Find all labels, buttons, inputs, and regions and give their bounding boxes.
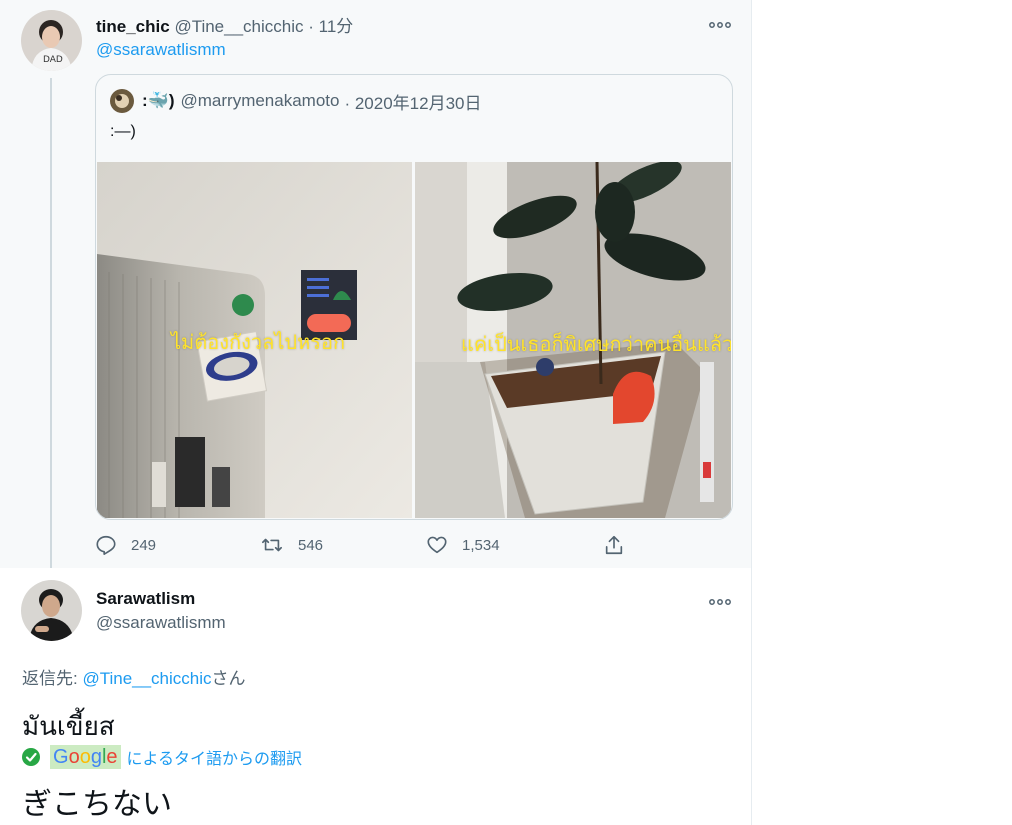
quote-header: :🐳) @marrymenakamoto · 2020年12月30日 <box>110 89 482 113</box>
share-button[interactable] <box>603 532 639 558</box>
user-handle[interactable]: @ssarawatlismm <box>96 613 226 632</box>
thread-connector <box>50 78 52 574</box>
tweet-header: Sarawatlism <box>96 589 195 609</box>
reply-button[interactable]: 249 <box>95 532 156 558</box>
reply-count: 249 <box>131 536 157 554</box>
timestamp[interactable]: · 11分 <box>308 17 353 36</box>
user-handle-line: @ssarawatlismm <box>96 613 226 633</box>
translated-text: ぎこちない <box>22 788 172 821</box>
action-bar: 249 546 1,534 <box>95 532 655 558</box>
reply-context: 返信先: @Tine__chicchicさん <box>22 664 246 689</box>
retweet-count: 546 <box>298 536 324 554</box>
check-icon <box>22 748 40 766</box>
like-count: 1,534 <box>462 536 500 554</box>
google-logo: Google <box>50 745 121 769</box>
tweet-image-left[interactable]: ไม่ต้องกังวลไปหรอก <box>97 162 412 518</box>
reply-prefix: 返信先: <box>22 669 83 688</box>
image-caption: แค่เป็นเธอก็พิเศษกว่าคนอื่นแล้ว <box>461 334 731 356</box>
reply-handle-link[interactable]: @Tine__chicchic <box>82 669 211 688</box>
image-caption: ไม่ต้องกังวลไปหรอก <box>171 332 346 354</box>
display-name[interactable]: tine_chic <box>96 17 170 36</box>
quote-display-name: :🐳) <box>142 91 175 110</box>
retweet-button[interactable]: 546 <box>260 532 323 558</box>
tweet-text: มันเขี้ยส <box>22 711 115 741</box>
quote-handle: @marrymenakamoto <box>180 91 340 110</box>
like-button[interactable]: 1,534 <box>426 532 500 558</box>
quote-date: · 2020年12月30日 <box>344 93 482 113</box>
user-handle[interactable]: @Tine__chicchic <box>174 17 303 36</box>
svg-text:DAD: DAD <box>43 55 63 65</box>
quoted-tweet[interactable]: :🐳) @marrymenakamoto · 2020年12月30日 :—) ไ… <box>95 74 733 520</box>
reply-icon <box>96 535 116 555</box>
heart-icon <box>427 536 447 554</box>
tweet-image-right[interactable]: แค่เป็นเธอก็พิเศษกว่าคนอื่นแล้ว <box>415 162 731 518</box>
translation-attribution[interactable]: Google によるタイ語からの翻訳 <box>22 744 302 770</box>
reply-suffix: さん <box>211 669 246 688</box>
avatar[interactable] <box>21 580 82 641</box>
more-icon[interactable] <box>709 594 731 606</box>
share-icon <box>605 535 623 555</box>
avatar[interactable]: DAD <box>21 10 82 71</box>
mention-link[interactable]: @ssarawatlismm <box>96 40 226 60</box>
display-name[interactable]: Sarawatlism <box>96 589 195 608</box>
tweet-header: tine_chic @Tine__chicchic · 11分 <box>96 12 353 37</box>
timeline: DAD tine_chic @Tine__chicchic · 11分 @ssa… <box>0 0 752 825</box>
quote-avatar <box>110 89 134 113</box>
translation-label[interactable]: によるタイ語からの翻訳 <box>127 745 303 769</box>
more-icon[interactable] <box>709 17 731 29</box>
quote-text: :—) <box>110 123 136 140</box>
retweet-icon <box>262 538 282 552</box>
